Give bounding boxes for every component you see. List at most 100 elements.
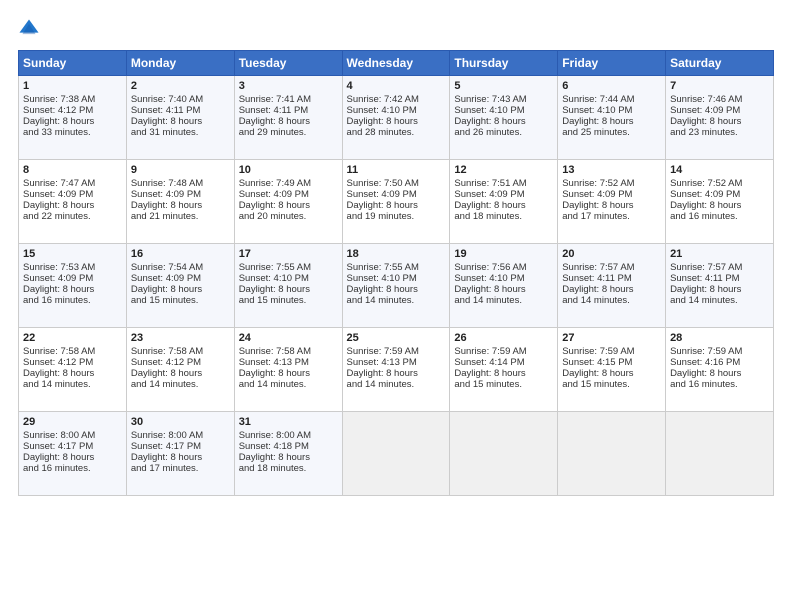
day-number: 6: [562, 80, 661, 92]
cell-line: and 21 minutes.: [131, 211, 230, 222]
cell-line: Sunrise: 7:58 AM: [23, 346, 122, 357]
calendar-cell: 25Sunrise: 7:59 AMSunset: 4:13 PMDayligh…: [342, 328, 450, 412]
cell-line: Daylight: 8 hours: [239, 368, 338, 379]
calendar-cell: [666, 412, 774, 496]
cell-line: and 15 minutes.: [454, 379, 553, 390]
day-number: 19: [454, 248, 553, 260]
cell-line: Sunrise: 7:54 AM: [131, 262, 230, 273]
cell-line: and 33 minutes.: [23, 127, 122, 138]
day-number: 4: [347, 80, 446, 92]
cell-line: Sunrise: 7:59 AM: [454, 346, 553, 357]
cell-line: Sunset: 4:09 PM: [562, 189, 661, 200]
day-number: 25: [347, 332, 446, 344]
cell-line: Sunset: 4:13 PM: [239, 357, 338, 368]
cell-line: Sunrise: 7:58 AM: [239, 346, 338, 357]
cell-line: Daylight: 8 hours: [670, 368, 769, 379]
day-number: 2: [131, 80, 230, 92]
cell-line: and 25 minutes.: [562, 127, 661, 138]
cell-line: Sunset: 4:09 PM: [454, 189, 553, 200]
cell-line: and 18 minutes.: [239, 463, 338, 474]
day-number: 1: [23, 80, 122, 92]
cell-line: Sunset: 4:12 PM: [23, 357, 122, 368]
calendar-cell: 6Sunrise: 7:44 AMSunset: 4:10 PMDaylight…: [558, 76, 666, 160]
weekday-saturday: Saturday: [666, 51, 774, 76]
logo: [18, 18, 44, 40]
cell-line: Sunrise: 7:55 AM: [239, 262, 338, 273]
cell-line: Daylight: 8 hours: [454, 284, 553, 295]
calendar-cell: 21Sunrise: 7:57 AMSunset: 4:11 PMDayligh…: [666, 244, 774, 328]
calendar-cell: 13Sunrise: 7:52 AMSunset: 4:09 PMDayligh…: [558, 160, 666, 244]
cell-line: and 16 minutes.: [670, 211, 769, 222]
cell-line: Sunrise: 8:00 AM: [131, 430, 230, 441]
cell-line: Sunset: 4:15 PM: [562, 357, 661, 368]
calendar-body: 1Sunrise: 7:38 AMSunset: 4:12 PMDaylight…: [19, 76, 774, 496]
cell-line: and 14 minutes.: [562, 295, 661, 306]
day-number: 3: [239, 80, 338, 92]
day-number: 10: [239, 164, 338, 176]
cell-line: Sunset: 4:17 PM: [131, 441, 230, 452]
cell-line: Daylight: 8 hours: [239, 200, 338, 211]
calendar-cell: 23Sunrise: 7:58 AMSunset: 4:12 PMDayligh…: [126, 328, 234, 412]
cell-line: Sunrise: 7:43 AM: [454, 94, 553, 105]
cell-line: Sunrise: 8:00 AM: [239, 430, 338, 441]
cell-line: Sunset: 4:13 PM: [347, 357, 446, 368]
cell-line: Sunset: 4:10 PM: [239, 273, 338, 284]
day-number: 27: [562, 332, 661, 344]
calendar-cell: 5Sunrise: 7:43 AMSunset: 4:10 PMDaylight…: [450, 76, 558, 160]
calendar-cell: 26Sunrise: 7:59 AMSunset: 4:14 PMDayligh…: [450, 328, 558, 412]
weekday-friday: Friday: [558, 51, 666, 76]
calendar-week-3: 15Sunrise: 7:53 AMSunset: 4:09 PMDayligh…: [19, 244, 774, 328]
day-number: 18: [347, 248, 446, 260]
cell-line: Sunset: 4:11 PM: [562, 273, 661, 284]
cell-line: Daylight: 8 hours: [23, 284, 122, 295]
cell-line: and 16 minutes.: [670, 379, 769, 390]
cell-line: Sunrise: 7:58 AM: [131, 346, 230, 357]
cell-line: Sunrise: 7:59 AM: [670, 346, 769, 357]
cell-line: Daylight: 8 hours: [239, 452, 338, 463]
day-number: 14: [670, 164, 769, 176]
header: [18, 18, 774, 40]
calendar-cell: 22Sunrise: 7:58 AMSunset: 4:12 PMDayligh…: [19, 328, 127, 412]
weekday-monday: Monday: [126, 51, 234, 76]
weekday-wednesday: Wednesday: [342, 51, 450, 76]
logo-icon: [18, 18, 40, 40]
calendar-cell: [558, 412, 666, 496]
cell-line: Daylight: 8 hours: [347, 284, 446, 295]
calendar-cell: 28Sunrise: 7:59 AMSunset: 4:16 PMDayligh…: [666, 328, 774, 412]
cell-line: and 18 minutes.: [454, 211, 553, 222]
cell-line: Daylight: 8 hours: [131, 284, 230, 295]
cell-line: Daylight: 8 hours: [23, 452, 122, 463]
cell-line: and 23 minutes.: [670, 127, 769, 138]
day-number: 20: [562, 248, 661, 260]
cell-line: Daylight: 8 hours: [347, 368, 446, 379]
calendar-cell: [450, 412, 558, 496]
cell-line: Daylight: 8 hours: [670, 200, 769, 211]
cell-line: Daylight: 8 hours: [347, 200, 446, 211]
calendar-cell: 14Sunrise: 7:52 AMSunset: 4:09 PMDayligh…: [666, 160, 774, 244]
cell-line: and 15 minutes.: [562, 379, 661, 390]
calendar-week-4: 22Sunrise: 7:58 AMSunset: 4:12 PMDayligh…: [19, 328, 774, 412]
calendar: SundayMondayTuesdayWednesdayThursdayFrid…: [18, 50, 774, 496]
cell-line: Sunrise: 7:47 AM: [23, 178, 122, 189]
cell-line: Sunrise: 7:52 AM: [670, 178, 769, 189]
cell-line: Sunset: 4:09 PM: [23, 273, 122, 284]
cell-line: Sunset: 4:17 PM: [23, 441, 122, 452]
day-number: 31: [239, 416, 338, 428]
cell-line: Sunrise: 7:41 AM: [239, 94, 338, 105]
cell-line: Sunset: 4:10 PM: [454, 273, 553, 284]
calendar-cell: 8Sunrise: 7:47 AMSunset: 4:09 PMDaylight…: [19, 160, 127, 244]
cell-line: Sunset: 4:09 PM: [239, 189, 338, 200]
cell-line: Sunrise: 7:49 AM: [239, 178, 338, 189]
cell-line: Sunset: 4:14 PM: [454, 357, 553, 368]
cell-line: Sunset: 4:11 PM: [131, 105, 230, 116]
day-number: 24: [239, 332, 338, 344]
cell-line: Sunrise: 8:00 AM: [23, 430, 122, 441]
calendar-cell: 1Sunrise: 7:38 AMSunset: 4:12 PMDaylight…: [19, 76, 127, 160]
day-number: 13: [562, 164, 661, 176]
cell-line: and 16 minutes.: [23, 463, 122, 474]
cell-line: Sunset: 4:10 PM: [454, 105, 553, 116]
cell-line: Daylight: 8 hours: [131, 452, 230, 463]
calendar-cell: 11Sunrise: 7:50 AMSunset: 4:09 PMDayligh…: [342, 160, 450, 244]
cell-line: Sunset: 4:16 PM: [670, 357, 769, 368]
calendar-cell: 16Sunrise: 7:54 AMSunset: 4:09 PMDayligh…: [126, 244, 234, 328]
